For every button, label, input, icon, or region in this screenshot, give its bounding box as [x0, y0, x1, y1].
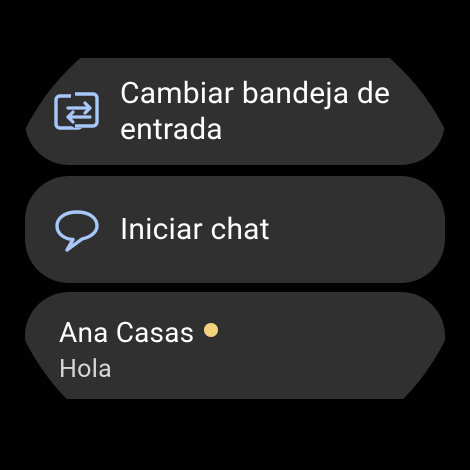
switch-inbox-label: Cambiar bandeja de entrada	[120, 75, 391, 147]
start-chat-button[interactable]: Iniciar chat	[25, 176, 445, 283]
chat-bubble-icon	[51, 204, 103, 256]
switch-inbox-icon	[51, 86, 103, 138]
conversation-name: Ana Casas	[59, 316, 195, 349]
conversation-header: Ana Casas	[59, 316, 445, 350]
conversation-item[interactable]: Ana Casas Hola	[25, 292, 445, 399]
watch-screen: Cambiar bandeja de entrada Iniciar chat …	[0, 0, 470, 470]
status-dot	[204, 323, 219, 337]
start-chat-label: Iniciar chat	[120, 211, 270, 247]
switch-inbox-button[interactable]: Cambiar bandeja de entrada	[25, 58, 445, 165]
conversation-preview: Hola	[59, 355, 112, 384]
